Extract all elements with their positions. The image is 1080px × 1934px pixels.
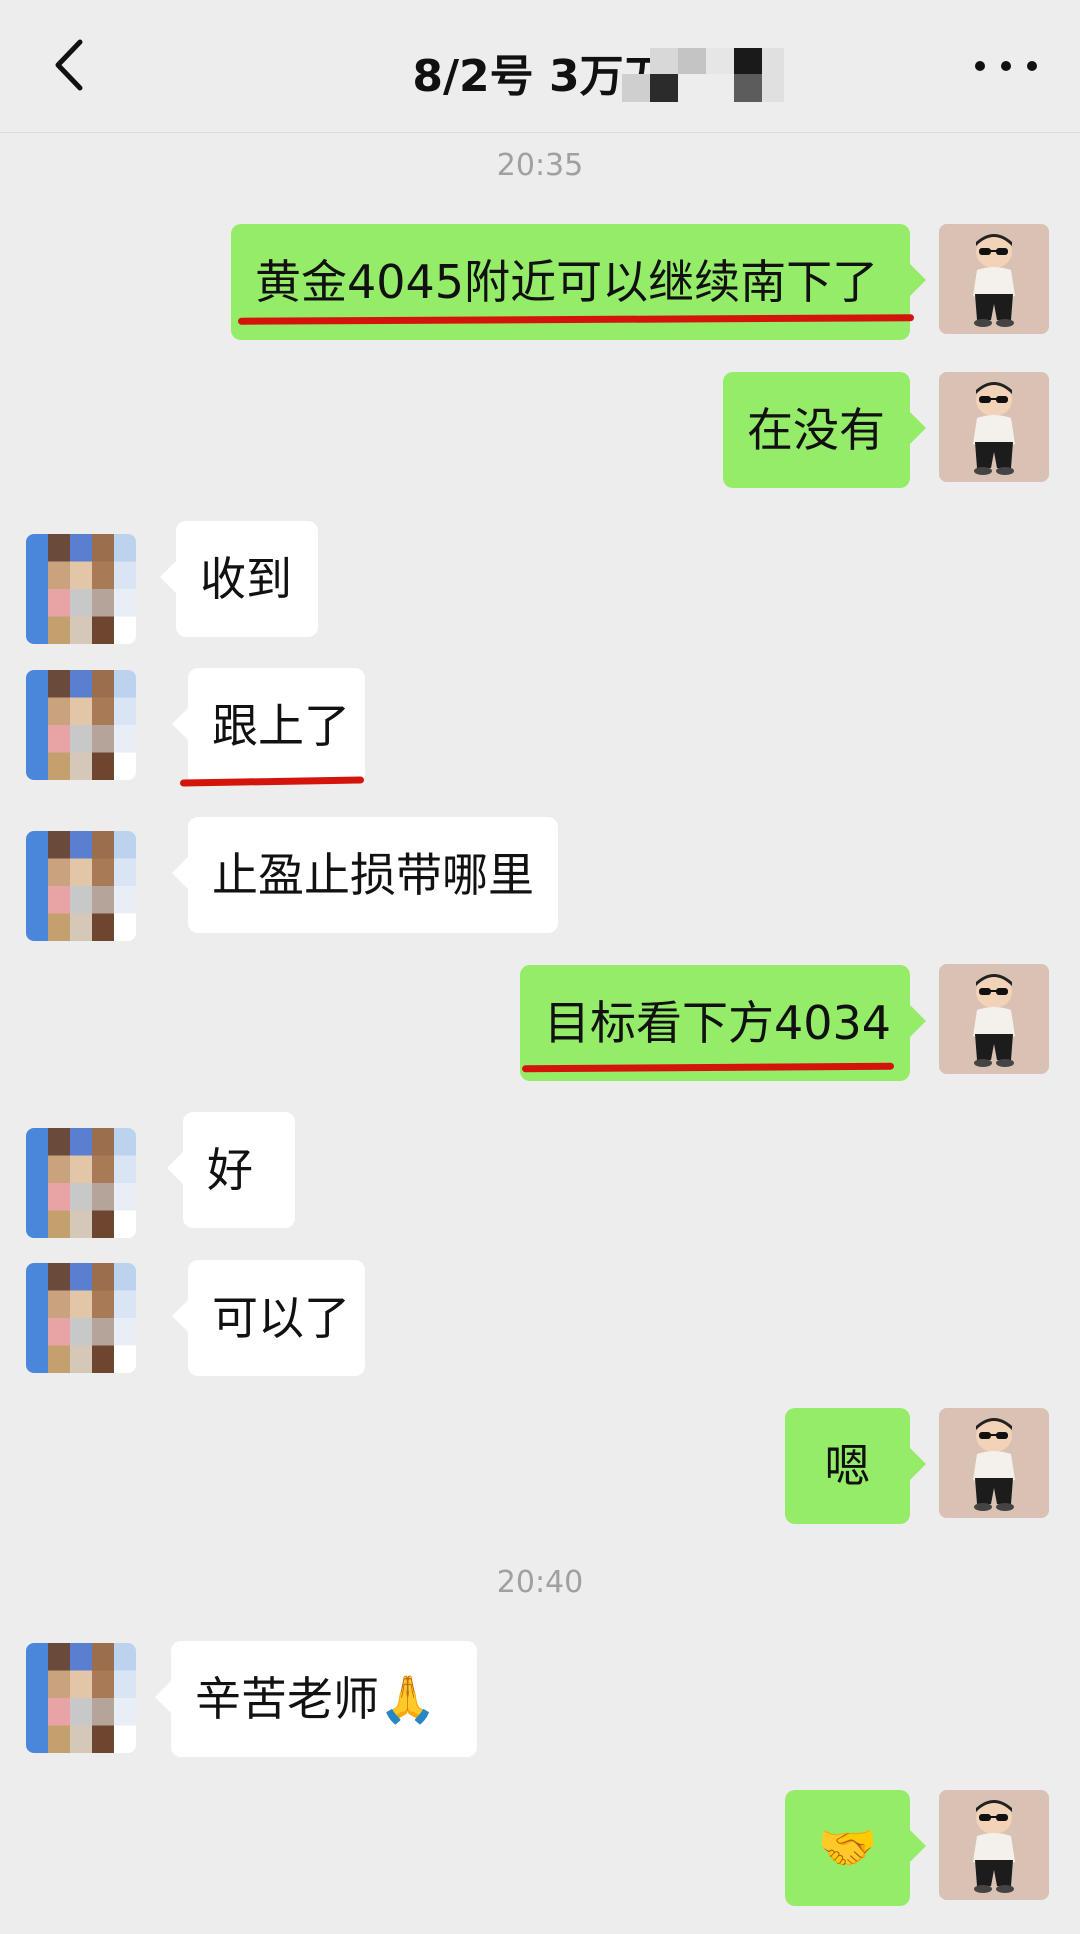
cartoon-character-avatar-image bbox=[939, 1790, 1049, 1900]
cartoon-character-avatar-image bbox=[939, 372, 1049, 482]
message-bubble-self[interactable]: 🤝 bbox=[785, 1790, 926, 1906]
pixelated-avatar-image bbox=[26, 1128, 136, 1238]
more-options-button[interactable] bbox=[970, 44, 1042, 88]
more-dots-icon bbox=[975, 61, 1037, 71]
self-avatar[interactable] bbox=[939, 964, 1049, 1074]
redacted-name-mosaic bbox=[622, 48, 784, 102]
message-bubble-other[interactable]: 辛苦老师🙏 bbox=[155, 1641, 477, 1757]
timestamp: 20:35 bbox=[496, 148, 584, 183]
contact-avatar[interactable] bbox=[26, 1128, 136, 1238]
contact-avatar[interactable] bbox=[26, 831, 136, 941]
message-bubble-other[interactable]: 收到 bbox=[160, 521, 318, 637]
pixelated-avatar-image bbox=[26, 1643, 136, 1753]
self-avatar[interactable] bbox=[939, 372, 1049, 482]
self-avatar[interactable] bbox=[939, 1408, 1049, 1518]
message-bubble-other[interactable]: 跟上了 bbox=[172, 668, 365, 784]
cartoon-character-avatar-image bbox=[939, 224, 1049, 334]
message-bubble-other[interactable]: 止盈止损带哪里 bbox=[172, 817, 558, 933]
message-bubble-other[interactable]: 好 bbox=[167, 1112, 295, 1228]
cartoon-character-avatar-image bbox=[939, 1408, 1049, 1518]
contact-avatar[interactable] bbox=[26, 1263, 136, 1373]
contact-avatar[interactable] bbox=[26, 670, 136, 780]
message-bubble-self[interactable]: 在没有 bbox=[723, 372, 926, 488]
message-bubble-other[interactable]: 可以了 bbox=[172, 1260, 365, 1376]
timestamp: 20:40 bbox=[496, 1565, 584, 1600]
chat-title: 8/2号 3万刀 bbox=[412, 51, 668, 102]
message-bubble-self[interactable]: 嗯 bbox=[785, 1408, 926, 1524]
cartoon-character-avatar-image bbox=[939, 964, 1049, 1074]
pixelated-avatar-image bbox=[26, 831, 136, 941]
contact-avatar[interactable] bbox=[26, 1643, 136, 1753]
pixelated-avatar-image bbox=[26, 670, 136, 780]
self-avatar[interactable] bbox=[939, 224, 1049, 334]
self-avatar[interactable] bbox=[939, 1790, 1049, 1900]
contact-avatar[interactable] bbox=[26, 534, 136, 644]
pixelated-avatar-image bbox=[26, 1263, 136, 1373]
chat-header: 8/2号 3万刀 bbox=[0, 0, 1080, 133]
pixelated-avatar-image bbox=[26, 534, 136, 644]
